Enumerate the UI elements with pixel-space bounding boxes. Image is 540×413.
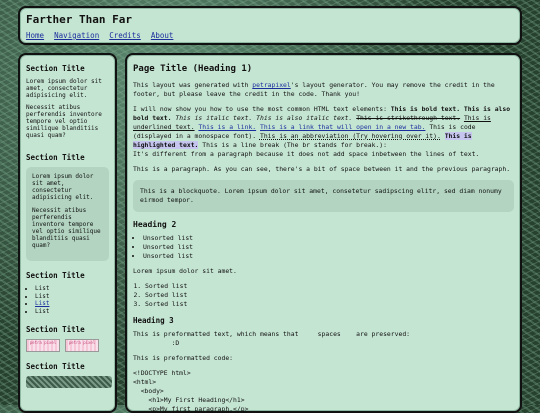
sidebar-section-title: Section Title — [26, 64, 85, 73]
heading-2: Heading 2 — [133, 220, 177, 229]
sidebar-section-title: Section Title — [26, 153, 85, 162]
example-new-tab-link[interactable]: This is a link that will open in a new t… — [260, 123, 425, 131]
stamps-row: petra pixel petra pixel — [26, 339, 109, 352]
nav-navigation-link[interactable]: Navigation — [54, 31, 99, 40]
code-block: <!DOCTYPE html> <html> <body> <h1>My Fir… — [133, 369, 249, 413]
sidebar-section-title: Section Title — [26, 325, 85, 334]
sidebar-list-item: List — [35, 308, 109, 316]
nav-credits-link[interactable]: Credits — [109, 31, 141, 40]
sidebar-box: Lorem ipsum dolor sit amet, consectetur … — [26, 167, 109, 261]
main-nav: Home Navigation Credits About — [26, 31, 514, 40]
site-title: Farther Than Far — [26, 13, 132, 26]
sidebar-section-title: Section Title — [26, 362, 85, 371]
list-item: Unsorted list — [143, 234, 514, 243]
sorted-list: Sorted list Sorted list Sorted list — [133, 282, 514, 309]
sidebar-text: Necessit atibus perferendis inventore te… — [26, 104, 102, 139]
sidebar-section-title: Section Title — [26, 271, 85, 280]
elements-paragraph: I will now show you how to use the most … — [133, 105, 511, 158]
example-abbreviation[interactable]: This is an abbreviation (Try hovering ov… — [260, 132, 441, 140]
sidebar: Section Title Lorem ipsum dolor sit amet… — [18, 53, 117, 413]
unsorted-list: Unsorted list Unsorted list Unsorted lis… — [133, 234, 514, 261]
sidebar-list-item: List — [35, 293, 109, 301]
nav-about-link[interactable]: About — [151, 31, 174, 40]
heading-3: Heading 3 — [133, 316, 174, 325]
sidebar-list-link[interactable]: List — [35, 300, 49, 307]
site-header: Farther Than Far Home Navigation Credits… — [18, 6, 522, 45]
sidebar-image — [26, 376, 112, 388]
petrapixel-button[interactable]: petra pixel — [26, 339, 60, 352]
sidebar-box-text: Lorem ipsum dolor sit amet, consectetur … — [32, 173, 94, 201]
paragraph: Lorem ipsum dolor sit amet. — [133, 267, 237, 275]
main-content: Page Title (Heading 1) This layout was g… — [125, 53, 522, 413]
paragraph: This is preformatted code: — [133, 354, 234, 362]
page-title: Page Title (Heading 1) — [133, 64, 253, 74]
sidebar-text: Lorem ipsum dolor sit amet, consectetur … — [26, 78, 102, 99]
paragraph: This is a paragraph. As you can see, the… — [133, 165, 511, 173]
sidebar-list-item: List — [35, 300, 109, 308]
sidebar-box-text: Necessit atibus perferendis inventore te… — [32, 207, 101, 249]
list-item: Sorted list — [145, 291, 514, 300]
list-item: Unsorted list — [143, 252, 514, 261]
sidebar-list-item: List — [35, 285, 109, 293]
credit-paragraph: This layout was generated with petrapixe… — [133, 81, 495, 98]
example-link[interactable]: This is a link. — [198, 123, 256, 131]
preformatted-text: This is preformatted text, which means t… — [133, 330, 411, 347]
petrapixel-link[interactable]: petrapixel — [252, 81, 290, 89]
petrapixel-button[interactable]: petra pixel — [65, 339, 99, 352]
blockquote: This is a blockquote. Lorem ipsum dolor … — [133, 180, 514, 212]
list-item: Unsorted list — [143, 243, 514, 252]
list-item: Sorted list — [145, 300, 514, 309]
list-item: Sorted list — [145, 282, 514, 291]
nav-home-link[interactable]: Home — [26, 31, 44, 40]
sidebar-list: List List List List — [26, 285, 109, 315]
